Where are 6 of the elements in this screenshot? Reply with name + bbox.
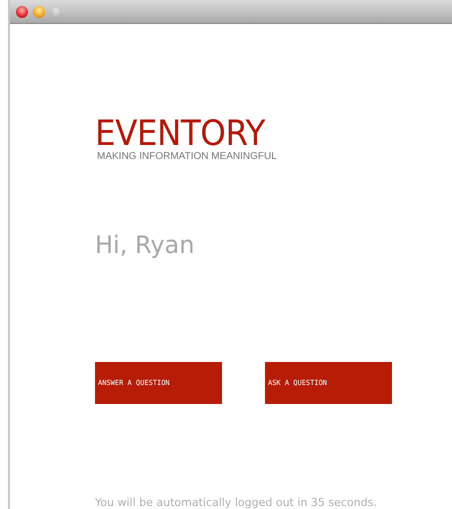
minimize-button[interactable] <box>33 6 45 18</box>
logout-notice: You will be automatically logged out in 35 seconds. <box>95 496 377 509</box>
logo-tagline: MAKING INFORMATION MEANINGFUL <box>97 151 277 163</box>
greeting: Hi, Ryan <box>95 231 194 259</box>
close-button[interactable] <box>16 6 28 18</box>
logo-text: EVENTORY <box>95 118 265 150</box>
